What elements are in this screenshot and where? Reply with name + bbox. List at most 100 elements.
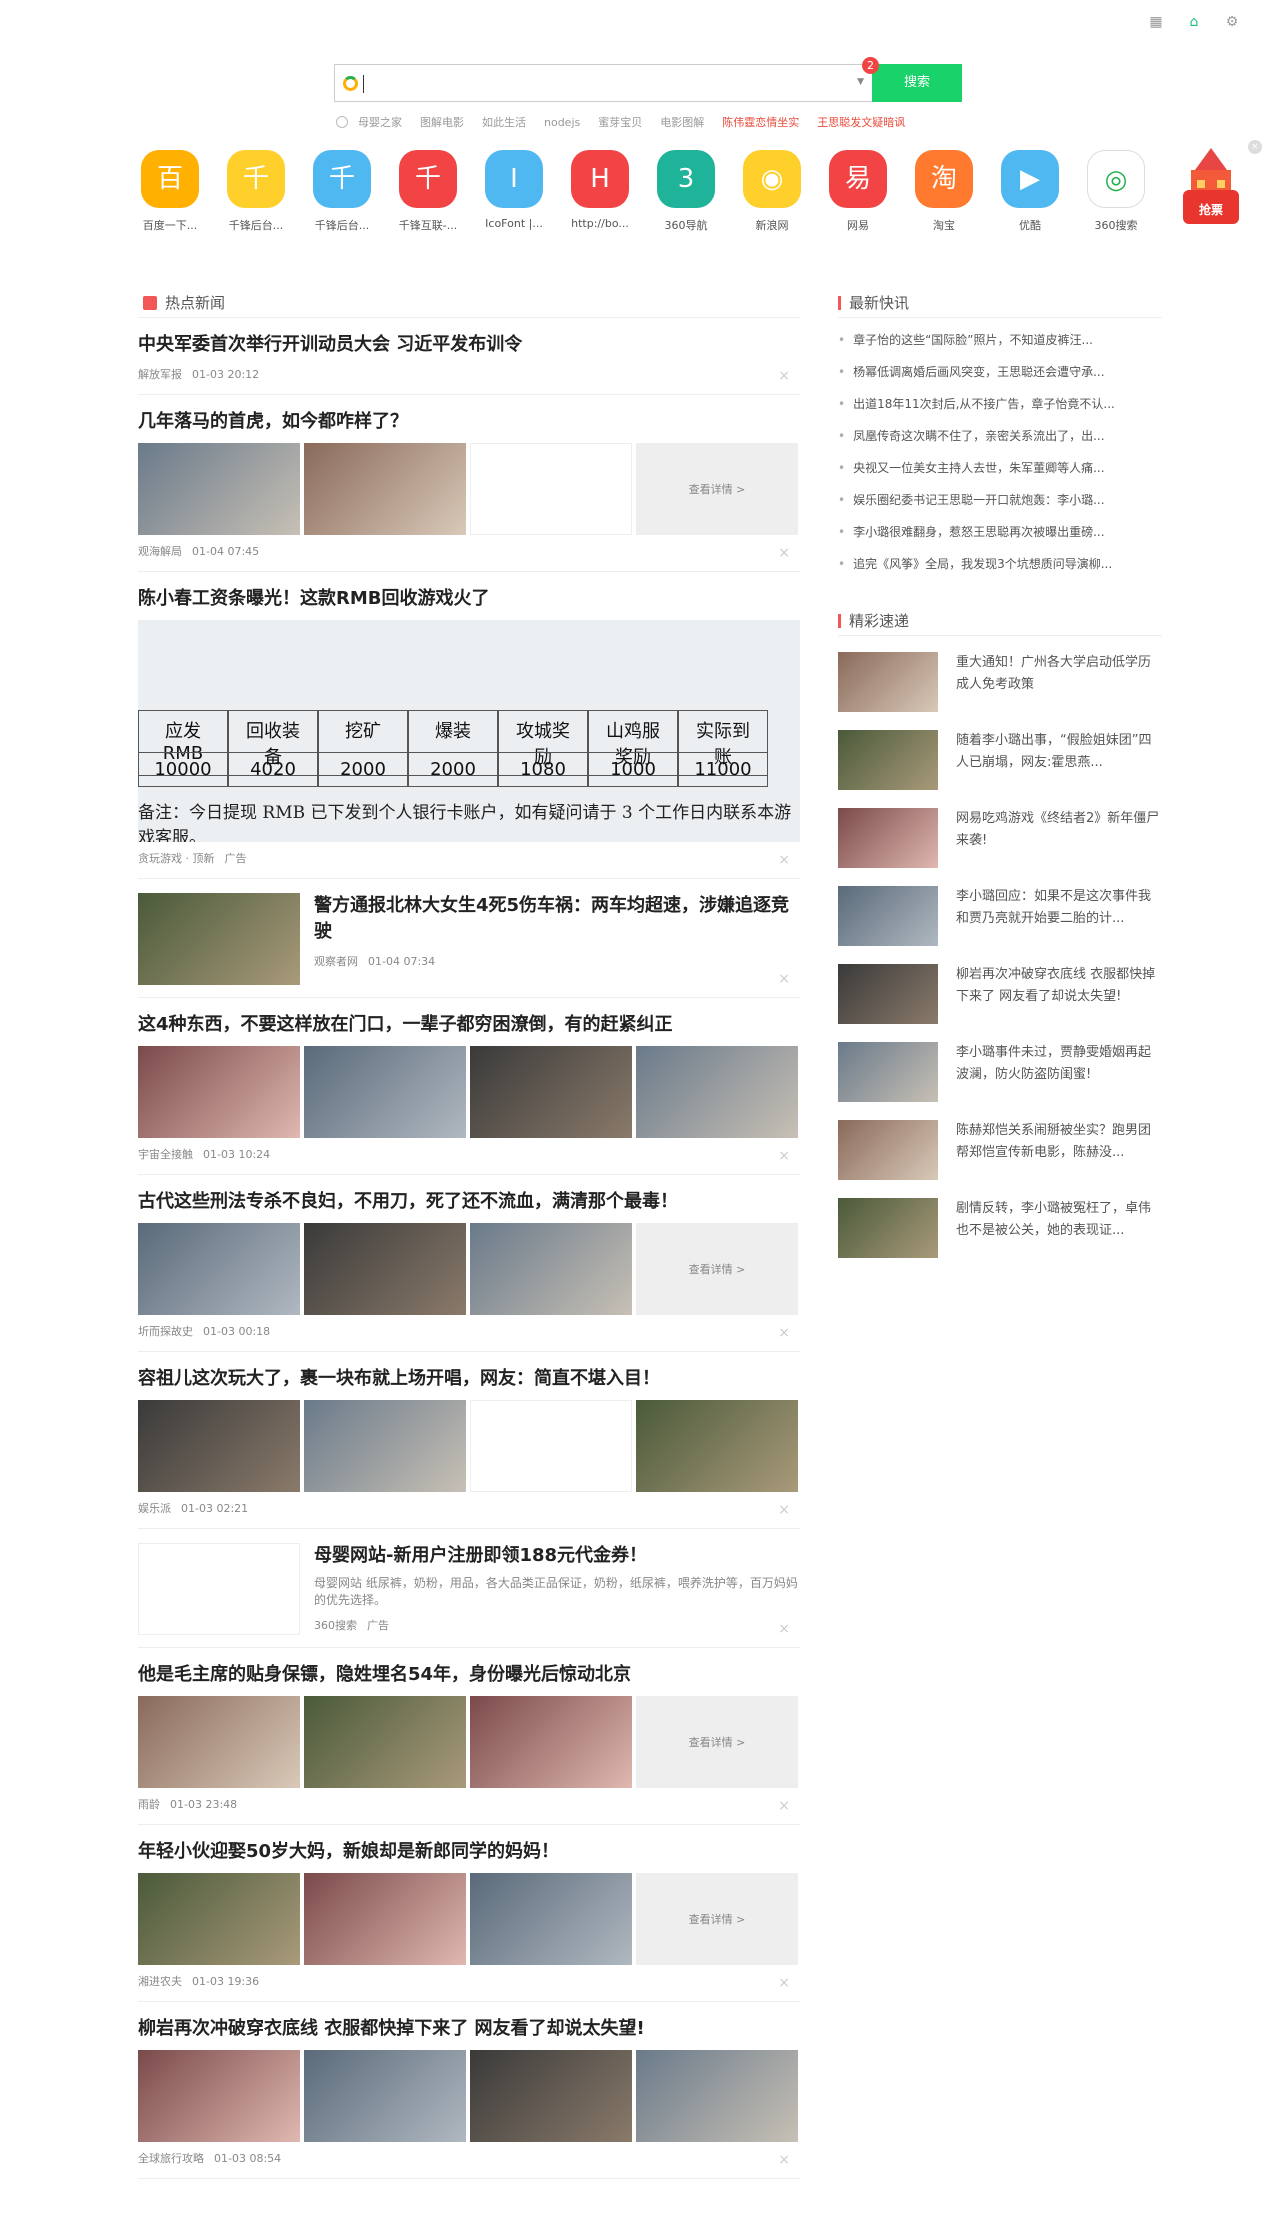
- news-image[interactable]: [470, 1400, 632, 1492]
- app-shortcut[interactable]: 千千锋后台...: [226, 150, 286, 233]
- view-details-button[interactable]: 查看详情 >: [636, 1873, 798, 1965]
- highlight-thumbnail[interactable]: [838, 652, 938, 712]
- dismiss-icon[interactable]: ×: [778, 1798, 790, 1814]
- highlight-item[interactable]: 网易吃鸡游戏《终结者2》新年僵尸来袭!: [838, 808, 1162, 870]
- hot-word-link[interactable]: 母婴之家: [358, 114, 402, 130]
- flash-news-item[interactable]: 追完《风筝》全局，我发现3个坑想质问导演柳...: [838, 548, 1162, 580]
- news-article[interactable]: 这4种东西，不要这样放在门口，一辈子都穷困潦倒，有的赶紧纠正 宇宙全接触 01-03…: [138, 998, 800, 1175]
- app-shortcut[interactable]: 3 360导航: [656, 150, 716, 233]
- app-shortcut[interactable]: 千千锋后台...: [312, 150, 372, 233]
- highlight-thumbnail[interactable]: [838, 1120, 938, 1180]
- news-title[interactable]: 几年落马的首虎，如今都咋样了？: [138, 409, 800, 435]
- app-shortcut[interactable]: 淘淘宝: [914, 150, 974, 233]
- view-details-button[interactable]: 查看详情 >: [636, 1696, 798, 1788]
- news-image[interactable]: [138, 1046, 300, 1138]
- hot-word-link[interactable]: 如此生活: [482, 114, 526, 130]
- dropdown-arrow-icon[interactable]: ▼: [857, 77, 864, 87]
- dismiss-icon[interactable]: ×: [778, 2152, 790, 2168]
- news-article[interactable]: 警方通报北林大女生4死5伤车祸：两车均超速，涉嫌追逐竞驶 观察者网 01-04 07…: [138, 879, 800, 998]
- highlight-title[interactable]: 随着李小璐出事，“假脸姐妹团”四人已崩塌，网友:霍思燕...: [956, 730, 1162, 792]
- highlight-item[interactable]: 随着李小璐出事，“假脸姐妹团”四人已崩塌，网友:霍思燕...: [838, 730, 1162, 792]
- highlight-item[interactable]: 剧情反转，李小璐被冤枉了，卓伟也不是被公关，她的表现证...: [838, 1198, 1162, 1260]
- settings-icon[interactable]: ⚙: [1224, 14, 1240, 30]
- news-image[interactable]: [636, 1046, 798, 1138]
- news-image[interactable]: [470, 1046, 632, 1138]
- highlight-item[interactable]: 重大通知！广州各大学启动低学历成人免考政策: [838, 652, 1162, 714]
- news-title[interactable]: 柳岩再次冲破穿衣底线 衣服都快掉下来了 网友看了却说太失望!: [138, 2016, 800, 2042]
- dismiss-icon[interactable]: ×: [778, 852, 790, 868]
- highlight-title[interactable]: 陈赫郑恺关系闹掰被坐实？跑男团帮郑恺宣传新电影，陈赫没...: [956, 1120, 1162, 1182]
- promo-close-icon[interactable]: ×: [1248, 140, 1262, 154]
- hot-word-link[interactable]: 王思聪发文疑暗讽: [817, 114, 905, 130]
- dismiss-icon[interactable]: ×: [778, 1325, 790, 1341]
- news-title[interactable]: 他是毛主席的贴身保镖，隐姓埋名54年，身份曝光后惊动北京: [138, 1662, 800, 1688]
- app-shortcut[interactable]: 千千锋互联-...: [398, 150, 458, 233]
- news-article[interactable]: 中央军委首次举行开训动员大会 习近平发布训令 解放军报 01-03 20:12 ×: [138, 318, 800, 395]
- search-input[interactable]: ▼: [334, 64, 872, 102]
- news-image[interactable]: [304, 1400, 466, 1492]
- news-image[interactable]: [304, 2050, 466, 2142]
- hot-word-link[interactable]: 图解电影: [420, 114, 464, 130]
- news-image[interactable]: [138, 1696, 300, 1788]
- highlight-title[interactable]: 柳岩再次冲破穿衣底线 衣服都快掉下来了 网友看了却说太失望!: [956, 964, 1162, 1026]
- app-shortcut[interactable]: I IcoFont |...: [484, 150, 544, 233]
- flash-news-item[interactable]: 央视又一位美女主持人去世，朱军董卿等人痛...: [838, 452, 1162, 484]
- news-title[interactable]: 母婴网站-新用户注册即领188元代金券！: [314, 1543, 800, 1569]
- flash-news-item[interactable]: 娱乐圈纪委书记王思聪一开口就炮轰：李小璐...: [838, 484, 1162, 516]
- highlight-title[interactable]: 李小璐回应：如果不是这次事件我和贾乃亮就开始要二胎的计...: [956, 886, 1162, 948]
- app-shortcut[interactable]: ▶ 优酷: [1000, 150, 1060, 233]
- home-icon[interactable]: ⌂: [1186, 14, 1202, 30]
- app-shortcut[interactable]: ◉ 新浪网: [742, 150, 802, 233]
- flash-news-item[interactable]: 杨幂低调离婚后画风突变，王思聪还会遭守承...: [838, 356, 1162, 388]
- news-image[interactable]: [470, 1223, 632, 1315]
- highlight-title[interactable]: 李小璐事件未过，贾静雯婚姻再起波澜，防火防盗防闺蜜!: [956, 1042, 1162, 1104]
- highlight-thumbnail[interactable]: [838, 964, 938, 1024]
- news-article[interactable]: 柳岩再次冲破穿衣底线 衣服都快掉下来了 网友看了却说太失望! 全球旅行攻略 01-0…: [138, 2002, 800, 2179]
- news-title[interactable]: 年轻小伙迎娶50岁大妈，新娘却是新郎同学的妈妈！: [138, 1839, 800, 1865]
- news-image[interactable]: [138, 2050, 300, 2142]
- flash-news-item[interactable]: 出道18年11次封后,从不接广告，章子怡竟不认...: [838, 388, 1162, 420]
- refresh-icon[interactable]: [336, 116, 348, 128]
- search-button[interactable]: 搜索: [872, 64, 962, 102]
- highlight-thumbnail[interactable]: [838, 808, 938, 868]
- news-image[interactable]: [636, 1400, 798, 1492]
- news-image[interactable]: [304, 443, 466, 535]
- news-article[interactable]: 几年落马的首虎，如今都咋样了？ 查看详情 > 观海解局 01-04 07:45 ×: [138, 395, 800, 572]
- news-article[interactable]: 古代这些刑法专杀不良妇，不用刀，死了还不流血，满清那个最毒！ 查看详情 > 圻而探故…: [138, 1175, 800, 1352]
- news-title[interactable]: 中央军委首次举行开训动员大会 习近平发布训令: [138, 332, 800, 358]
- highlight-title[interactable]: 网易吃鸡游戏《终结者2》新年僵尸来袭!: [956, 808, 1162, 870]
- news-image[interactable]: [636, 2050, 798, 2142]
- dismiss-icon[interactable]: ×: [778, 1975, 790, 1991]
- news-article[interactable]: 容祖儿这次玩大了，裹一块布就上场开唱，网友：简直不堪入目！ 娱乐派 01-03 02…: [138, 1352, 800, 1529]
- app-shortcut[interactable]: ◎ 360搜索: [1086, 150, 1146, 233]
- app-shortcut[interactable]: Hhttp://bo...: [570, 150, 630, 233]
- flash-news-item[interactable]: 李小璐很难翻身，惹怒王思聪再次被曝出重磅...: [838, 516, 1162, 548]
- news-title[interactable]: 容祖儿这次玩大了，裹一块布就上场开唱，网友：简直不堪入目！: [138, 1366, 800, 1392]
- highlight-item[interactable]: 柳岩再次冲破穿衣底线 衣服都快掉下来了 网友看了却说太失望!: [838, 964, 1162, 1026]
- highlight-thumbnail[interactable]: [838, 886, 938, 946]
- hot-word-link[interactable]: 陈伟霆恋情坐实: [722, 114, 799, 130]
- highlight-item[interactable]: 李小璐事件未过，贾静雯婚姻再起波澜，防火防盗防闺蜜!: [838, 1042, 1162, 1104]
- news-image[interactable]: [304, 1223, 466, 1315]
- highlight-thumbnail[interactable]: [838, 1198, 938, 1258]
- news-image[interactable]: [470, 2050, 632, 2142]
- view-details-button[interactable]: 查看详情 >: [636, 443, 798, 535]
- flash-news-item[interactable]: 章子怡的这些“国际脸”照片，不知道皮裤汪...: [838, 324, 1162, 356]
- news-image[interactable]: [304, 1046, 466, 1138]
- news-title[interactable]: 陈小春工资条曝光！这款RMB回收游戏火了: [138, 586, 800, 612]
- news-article[interactable]: 他是毛主席的贴身保镖，隐姓埋名54年，身份曝光后惊动北京 查看详情 > 雨龄 01-0…: [138, 1648, 800, 1825]
- highlight-thumbnail[interactable]: [838, 1042, 938, 1102]
- hot-word-link[interactable]: 电影图解: [660, 114, 704, 130]
- news-image[interactable]: [304, 1873, 466, 1965]
- app-shortcut[interactable]: 易网易: [828, 150, 888, 233]
- dismiss-icon[interactable]: ×: [778, 1502, 790, 1518]
- highlight-title[interactable]: 剧情反转，李小璐被冤枉了，卓伟也不是被公关，她的表现证...: [956, 1198, 1162, 1260]
- news-title[interactable]: 警方通报北林大女生4死5伤车祸：两车均超速，涉嫌追逐竞驶: [314, 893, 800, 945]
- hot-word-link[interactable]: nodejs: [544, 116, 580, 129]
- app-shortcut[interactable]: 百百度一下...: [140, 150, 200, 233]
- grid-icon[interactable]: ▦: [1148, 14, 1164, 30]
- news-article[interactable]: 年轻小伙迎娶50岁大妈，新娘却是新郎同学的妈妈！ 查看详情 > 湘进农夫 01-03 …: [138, 1825, 800, 2002]
- dismiss-icon[interactable]: ×: [778, 971, 790, 987]
- highlight-item[interactable]: 李小璐回应：如果不是这次事件我和贾乃亮就开始要二胎的计...: [838, 886, 1162, 948]
- dismiss-icon[interactable]: ×: [778, 1621, 790, 1637]
